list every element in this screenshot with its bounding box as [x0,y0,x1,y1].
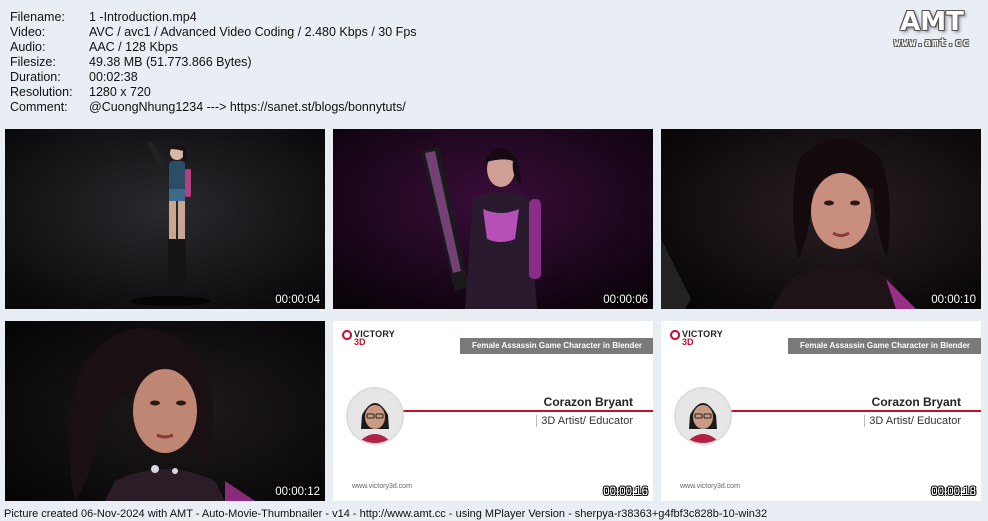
divider-line [731,410,981,412]
info-key: Audio: [10,40,46,54]
info-key: Comment: [10,100,68,114]
course-title-banner: Female Assassin Game Character in Blende… [788,338,981,354]
thumbnail-6-timestamp: 00:00:18 [931,486,976,498]
info-key: Video: [10,25,46,39]
info-row-video: Video: AVC / avc1 / Advanced Video Coding… [10,25,417,40]
info-row-filesize: Filesize: 49.38 MB (51.773.866 Bytes) [10,55,417,70]
thumbnail-5-timestamp: 00:00:16 [603,486,648,498]
thumbnail-2-timestamp: 00:00:06 [603,294,648,306]
victory3d-logo-icon [342,330,352,340]
info-row-resolution: Resolution: 1280 x 720 [10,85,417,100]
amt-logo-mark: AMT [900,7,964,37]
info-row-audio: Audio: AAC / 128 Kbps [10,40,417,55]
info-row-duration: Duration: 00:02:38 [10,70,417,85]
presenter-name: Corazon Bryant [871,395,961,409]
victory3d-logo-icon [670,330,680,340]
info-row-filename: Filename: 1 -Introduction.mp4 [10,10,417,25]
info-key: Filename: [10,10,65,24]
info-value: 49.38 MB (51.773.866 Bytes) [89,55,252,69]
presenter-name: Corazon Bryant [543,395,633,409]
thumbnail-3-image [661,129,981,309]
presenter-role: 3D Artist/ Educator [536,415,633,427]
avatar-image [348,389,402,443]
info-value: 00:02:38 [89,70,138,84]
victory3d-logo: VICTORY 3D [670,329,723,347]
thumbnail-4-image [5,321,325,501]
thumbnail-3-timestamp: 00:00:10 [931,294,976,306]
info-value: AVC / avc1 / Advanced Video Coding / 2.4… [89,25,417,39]
website-url: www.victory3d.com [352,483,412,490]
amt-logo: AMT www.amt.cc [890,8,974,49]
info-row-comment: Comment: @CuongNhung1234 ---> https://san… [10,100,417,115]
info-value: 1280 x 720 [89,85,151,99]
thumbnail-2[interactable]: 00:00:06 [333,129,653,309]
thumbnail-2-image [333,129,653,309]
victory3d-logo: VICTORY 3D [342,329,395,347]
avatar [674,387,732,445]
thumbnail-4[interactable]: 00:00:12 [5,321,325,501]
thumbnail-5[interactable]: VICTORY 3D Female Assassin Game Characte… [333,321,653,501]
thumbnail-6[interactable]: VICTORY 3D Female Assassin Game Characte… [661,321,981,501]
course-title-banner: Female Assassin Game Character in Blende… [460,338,653,354]
divider-line [403,410,653,412]
info-value: @CuongNhung1234 ---> https://sanet.st/bl… [89,100,406,114]
file-info: Filename: 1 -Introduction.mp4 Video: AVC /… [10,10,417,115]
thumbnail-1[interactable]: 00:00:04 [5,129,325,309]
info-key: Duration: [10,70,61,84]
presenter-role: 3D Artist/ Educator [864,415,961,427]
thumbnail-4-timestamp: 00:00:12 [275,486,320,498]
avatar [346,387,404,445]
info-key: Filesize: [10,55,56,69]
footer-credit: Picture created 06-Nov-2024 with AMT - A… [4,508,768,520]
website-url: www.victory3d.com [680,483,740,490]
avatar-image [676,389,730,443]
thumbnail-1-timestamp: 00:00:04 [275,294,320,306]
info-value: 1 -Introduction.mp4 [89,10,197,24]
info-value: AAC / 128 Kbps [89,40,178,54]
thumbnail-1-image [5,129,325,309]
thumbnail-3[interactable]: 00:00:10 [661,129,981,309]
amt-logo-url: www.amt.cc [893,36,971,49]
info-key: Resolution: [10,85,73,99]
